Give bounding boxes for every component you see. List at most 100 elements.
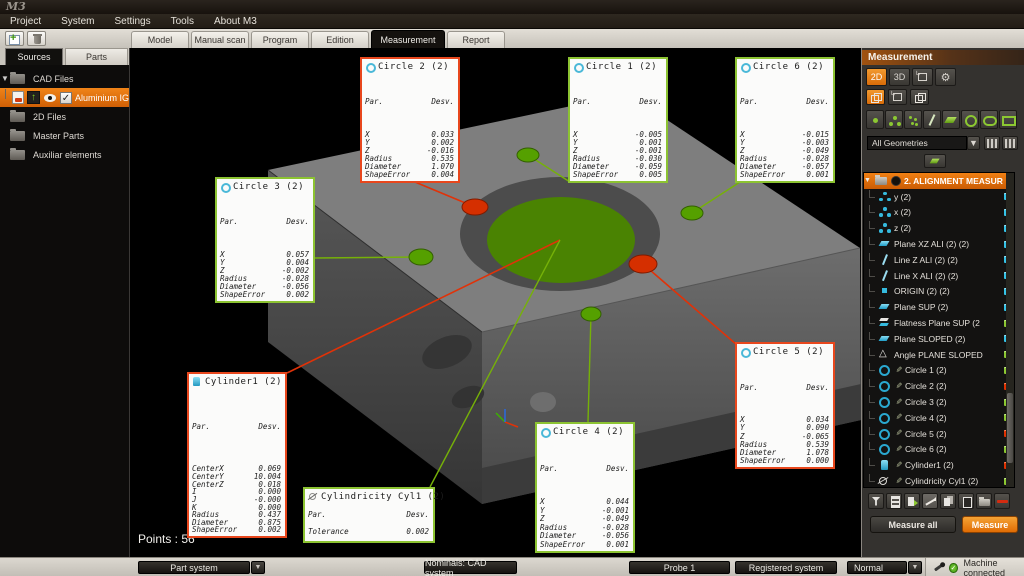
main-tab[interactable]: Program	[251, 31, 309, 48]
callout-circle3[interactable]: Circle 3 (2) Par.Desv. X0.057 Y0.004 Z-0…	[215, 177, 315, 303]
geometry-icon	[907, 114, 919, 126]
geometry-tool-button[interactable]	[999, 110, 1017, 129]
menu-item[interactable]: Project	[0, 14, 51, 29]
tree-tool-button[interactable]	[904, 493, 920, 509]
menu-item[interactable]: Settings	[104, 14, 160, 29]
window-link-button[interactable]	[912, 68, 933, 86]
measurement-tree-row[interactable]: ▼ ✎ y (2)	[864, 189, 1014, 205]
geometry-type-icon	[878, 380, 891, 392]
callout-cylinder1[interactable]: Cylinder1 (2) Par.Desv. CenterX0.069 Cen…	[187, 372, 287, 538]
geometry-tool-button[interactable]	[866, 110, 884, 129]
probe-button[interactable]: Probe 1	[629, 561, 730, 574]
settings-button[interactable]: ⚙	[935, 68, 956, 86]
measurement-tree-row[interactable]: ▼ ✎ z (2)	[864, 220, 1014, 236]
callout-circle5[interactable]: Circle 5 (2) Par.Desv. X0.034 Y0.090 Z-0…	[735, 342, 835, 469]
new-project-button[interactable]	[5, 31, 24, 46]
callout-circle4[interactable]: Circle 4 (2) Par.Desv. X0.044 Y-0.001 Z-…	[535, 422, 635, 553]
tree-tool-button[interactable]	[940, 493, 956, 509]
geometry-tool-button[interactable]	[904, 110, 922, 129]
measurement-tree-row[interactable]: ▼ ✎ Plane SUP (2)	[864, 299, 1014, 315]
3d-viewport[interactable]: Points : 56 Circle 2 (2) Par.Desv. X0.03…	[131, 48, 861, 557]
sidebar-item-cad-files[interactable]: ▼ CAD Files	[0, 69, 129, 88]
layers-button[interactable]	[866, 89, 885, 105]
main-tab[interactable]: Report	[447, 31, 505, 48]
menu-item[interactable]: About M3	[204, 14, 267, 29]
tree-tool-button[interactable]	[976, 493, 992, 509]
nominals-button[interactable]: Nominals: CAD system	[424, 561, 517, 574]
visibility-eye-icon[interactable]	[891, 176, 901, 186]
tree-tool-button[interactable]	[994, 493, 1010, 509]
measurement-tree-row[interactable]: ▼ ✎ Circle 2 (2)	[864, 378, 1014, 394]
menu-item[interactable]: Tools	[161, 14, 204, 29]
filter-dropdown-arrow[interactable]: ▼	[967, 136, 980, 150]
sidebar-item-part[interactable]: ↑ ✓ Aluminium IGS Chan	[0, 88, 129, 107]
measurement-tree-row[interactable]: ▼ ✎ ORIGIN (2) (2)	[864, 284, 1014, 300]
measurement-tree-row[interactable]: ▼ ✎ Circle 4 (2)	[864, 410, 1014, 426]
measurement-tree-row[interactable]: ▼ ✎ 2. ALIGNMENT MEASUR	[864, 173, 1014, 189]
tool-icon	[979, 496, 990, 507]
tab-parts[interactable]: Parts	[65, 48, 128, 65]
part-system-select[interactable]: Part system	[138, 561, 250, 574]
registered-system-button[interactable]: Registered system	[735, 561, 837, 574]
geometry-filter-select[interactable]: All Geometries	[867, 136, 967, 150]
tree-tool-button[interactable]	[922, 493, 938, 509]
part-system-dropdown-arrow[interactable]: ▼	[251, 561, 265, 574]
measurement-tree-row[interactable]: ▼ ✎ Circle 6 (2)	[864, 442, 1014, 458]
measurement-tree-row[interactable]: ▼ ✎ Circle 3 (2)	[864, 394, 1014, 410]
tree-tool-button[interactable]	[958, 493, 974, 509]
callout-circle6[interactable]: Circle 6 (2) Par.Desv. X-0.015 Y-0.003 Z…	[735, 57, 835, 183]
measurement-tree-row[interactable]: ▼ ✎ Flatness Plane SUP (2	[864, 315, 1014, 331]
refresh-geometries-button[interactable]	[924, 154, 946, 168]
upload-icon[interactable]: ↑	[27, 91, 40, 104]
gear-icon: ⚙	[941, 71, 951, 84]
expand-arrow-icon[interactable]: ▼	[864, 177, 873, 184]
measure-all-button[interactable]: Measure all	[870, 516, 956, 533]
tree-tool-button[interactable]	[886, 493, 902, 509]
measurement-tree-row[interactable]: ▼ ✎ Cylindricity Cyl1 (2)	[864, 473, 1014, 488]
measurement-tree-row[interactable]: ▼ ✎ Line Z ALI (2) (2)	[864, 252, 1014, 268]
mode-dropdown-arrow[interactable]: ▼	[908, 561, 922, 574]
geometry-tool-button[interactable]	[980, 110, 998, 129]
sidebar-item-master-parts[interactable]: Master Parts	[0, 126, 129, 145]
visibility-eye-icon[interactable]	[44, 94, 56, 102]
tree-scrollbar[interactable]	[1006, 173, 1014, 487]
measurement-tree-row[interactable]: ▼ ✎ Plane XZ ALI (2) (2)	[864, 236, 1014, 252]
measurement-tree-row[interactable]: ▼ ✎ Cylinder1 (2)	[864, 457, 1014, 473]
probe-icon	[934, 564, 943, 572]
callout-circle1[interactable]: Circle 1 (2) Par.Desv. X-0.005 Y0.001 Z-…	[568, 57, 668, 183]
measurement-tree-row[interactable]: ▼ ✎ Circle 1 (2)	[864, 363, 1014, 379]
main-tab[interactable]: Model	[131, 31, 189, 48]
callout-cylindricity[interactable]: Cylindricity Cyl1 (2) Par.Desv. Toleranc…	[303, 487, 435, 543]
measurement-tree-row[interactable]: ▼ ✎ Angle PLANE SLOPED	[864, 347, 1014, 363]
sidebar-item-auxiliar-elements[interactable]: Auxiliar elements	[0, 145, 129, 164]
geometry-tool-button[interactable]	[961, 110, 979, 129]
measurement-tree-row[interactable]: ▼ ✎ Plane SLOPED (2)	[864, 331, 1014, 347]
menu-item[interactable]: System	[51, 14, 104, 29]
view-grid-button[interactable]	[1002, 136, 1018, 150]
view-3d-button[interactable]: 3D	[889, 68, 910, 86]
view-list-button[interactable]	[984, 136, 1000, 150]
measurement-tree-row[interactable]: ▼ ✎ Circle 5 (2)	[864, 426, 1014, 442]
measure-button[interactable]: Measure	[962, 516, 1018, 533]
geometry-type-icon	[878, 443, 891, 455]
view-2d-button[interactable]: 2D	[866, 68, 887, 86]
measurement-tree-row[interactable]: ▼ ✎ Line X ALI (2) (2)	[864, 268, 1014, 284]
geometry-tool-button[interactable]	[923, 110, 941, 129]
measurement-tree-row[interactable]: ▼ ✎ x (2)	[864, 205, 1014, 221]
main-tab[interactable]: Manual scan	[191, 31, 249, 48]
delete-button[interactable]	[27, 31, 46, 46]
tree-tool-button[interactable]	[868, 493, 884, 509]
geometry-tool-button[interactable]	[942, 110, 960, 129]
tab-sources[interactable]: Sources	[5, 48, 63, 65]
callout-circle2[interactable]: Circle 2 (2) Par.Desv. X0.033 Y0.002 Z-0…	[360, 57, 460, 183]
expand-arrow-icon[interactable]: ▼	[0, 74, 10, 83]
mode-select[interactable]: Normal	[847, 561, 907, 574]
layer-single-button[interactable]	[888, 89, 907, 105]
scrollbar-thumb[interactable]	[1007, 393, 1013, 463]
sidebar-item-2d-files[interactable]: 2D Files	[0, 107, 129, 126]
main-tab[interactable]: Edition	[311, 31, 369, 48]
geometry-tool-button[interactable]	[885, 110, 903, 129]
layers-cascade-button[interactable]	[910, 89, 929, 105]
main-tab[interactable]: Measurement	[371, 30, 445, 48]
checkbox-checked[interactable]: ✓	[60, 92, 72, 104]
